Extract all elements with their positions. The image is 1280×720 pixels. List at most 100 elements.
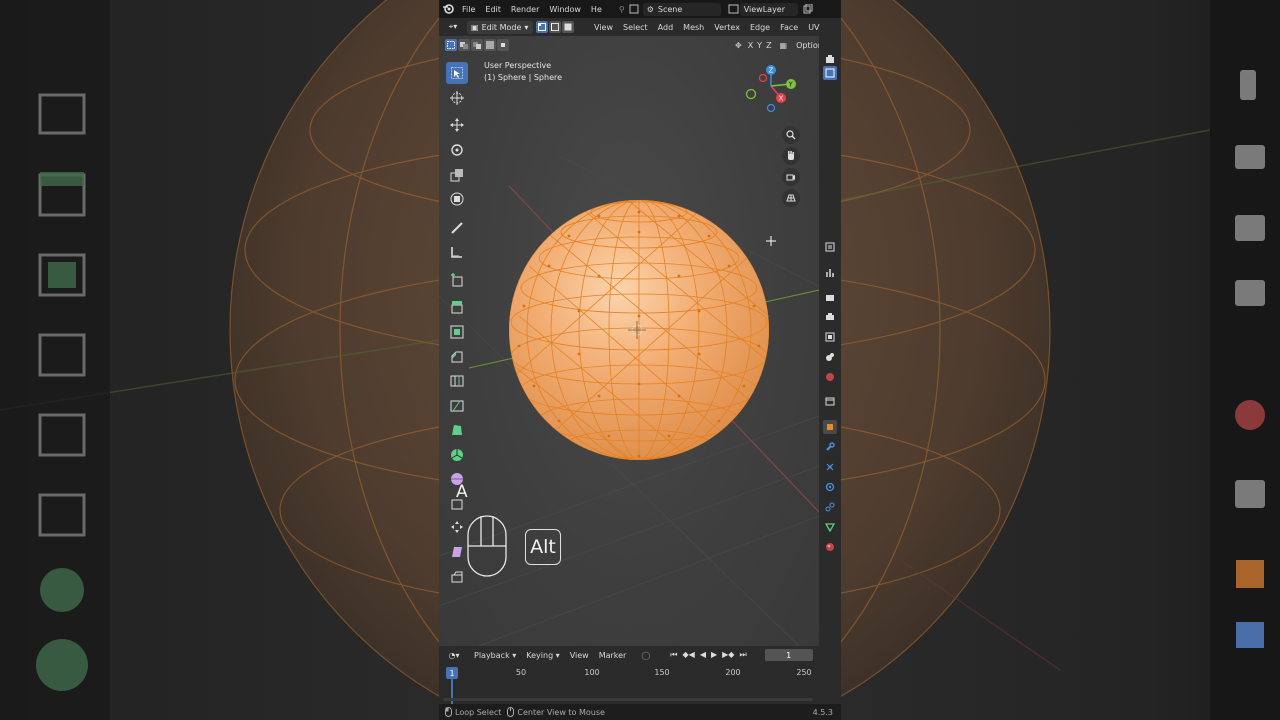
tab-scene-icon[interactable] bbox=[823, 350, 837, 364]
scene-selector[interactable]: ⚙ Scene bbox=[642, 2, 721, 16]
tool-loop-cut[interactable] bbox=[446, 370, 468, 392]
3d-viewport[interactable]: ✥ X Y Z ▦ Options ▾ bbox=[439, 36, 819, 646]
viewlayer-copy-icon[interactable] bbox=[803, 4, 813, 14]
tab-modifiers-wrench-icon[interactable] bbox=[823, 440, 837, 454]
tab-properties-toggle-icon[interactable] bbox=[823, 240, 837, 254]
tab-render-icon[interactable] bbox=[823, 290, 837, 304]
tool-scale[interactable] bbox=[446, 164, 468, 186]
timeline-area[interactable]: 1 50 100 150 200 250 bbox=[439, 664, 841, 704]
tab-data-mesh-icon[interactable] bbox=[823, 520, 837, 534]
edge-select-icon[interactable] bbox=[549, 21, 561, 33]
current-frame-field[interactable]: 1 bbox=[764, 649, 813, 661]
cursor-3d-icon bbox=[450, 91, 464, 105]
menu-mesh[interactable]: Mesh bbox=[678, 23, 709, 32]
next-keyframe-icon[interactable]: ▶◆ bbox=[722, 650, 734, 660]
scene-browse-icon[interactable] bbox=[629, 4, 639, 14]
tab-scene-active-icon[interactable] bbox=[823, 66, 837, 80]
tool-poly-build[interactable] bbox=[446, 419, 468, 441]
menu-face[interactable]: Face bbox=[775, 23, 803, 32]
menu-window[interactable]: Window bbox=[544, 5, 586, 14]
menu-view[interactable]: View bbox=[589, 23, 618, 32]
menu-playback[interactable]: Playback ▾ bbox=[469, 651, 521, 660]
menu-vertex[interactable]: Vertex bbox=[709, 23, 745, 32]
tool-annotate[interactable] bbox=[446, 217, 468, 239]
tab-tool-wrench-icon[interactable] bbox=[823, 266, 837, 280]
mouse-icon bbox=[467, 515, 507, 577]
mode-label: Edit Mode bbox=[481, 22, 522, 32]
pan-hand-icon[interactable] bbox=[782, 147, 800, 165]
properties-tab-strip bbox=[819, 36, 841, 646]
tab-object-icon[interactable] bbox=[823, 420, 837, 434]
jump-start-icon[interactable]: ⏮ bbox=[670, 650, 677, 660]
svg-text:Z: Z bbox=[769, 67, 774, 75]
scene-name: Scene bbox=[657, 4, 683, 14]
viewlayer-browse-icon[interactable] bbox=[728, 4, 740, 14]
tool-move[interactable] bbox=[446, 114, 468, 136]
editor-type-icon[interactable]: ⌖▾ bbox=[439, 22, 467, 32]
version-label: 4.5.3 bbox=[812, 707, 833, 717]
background-right-tabs-ghost bbox=[1210, 0, 1280, 720]
timeline-scrollbar[interactable] bbox=[443, 698, 813, 701]
viewlayer-name: ViewLayer bbox=[743, 4, 786, 14]
ortho-grid-icon[interactable] bbox=[782, 189, 800, 207]
zoom-icon[interactable] bbox=[782, 126, 800, 144]
play-icon[interactable]: ▶ bbox=[711, 650, 717, 660]
status-left-hint: Loop Select bbox=[455, 707, 502, 717]
tool-knife[interactable] bbox=[446, 395, 468, 417]
tick-200: 200 bbox=[725, 668, 741, 677]
menu-edge[interactable]: Edge bbox=[745, 23, 775, 32]
tool-rotate[interactable] bbox=[446, 139, 468, 161]
viewlayer-selector[interactable]: ViewLayer bbox=[739, 2, 798, 16]
tool-bevel[interactable] bbox=[446, 346, 468, 368]
playhead-frame[interactable]: 1 bbox=[446, 667, 458, 679]
menu-timeline-view[interactable]: View bbox=[565, 651, 594, 660]
tab-view-layer-icon[interactable] bbox=[823, 330, 837, 344]
mouse-cursor-icon bbox=[766, 236, 776, 246]
axis-gizmo-icon[interactable]: Z Y X bbox=[743, 64, 813, 124]
scale-icon bbox=[450, 169, 463, 182]
tool-extrude[interactable] bbox=[446, 296, 468, 318]
menu-marker[interactable]: Marker bbox=[594, 651, 632, 660]
jump-end-icon[interactable]: ⏭ bbox=[739, 650, 746, 660]
camera-view-icon[interactable] bbox=[782, 168, 800, 186]
menu-edit[interactable]: Edit bbox=[480, 5, 506, 14]
play-reverse-icon[interactable]: ◀ bbox=[700, 650, 706, 660]
tool-spin[interactable] bbox=[446, 444, 468, 466]
mouse-middle-icon bbox=[507, 707, 515, 717]
tab-material-icon[interactable] bbox=[823, 540, 837, 554]
tab-physics-icon[interactable] bbox=[823, 480, 837, 494]
menu-uv[interactable]: UV bbox=[803, 23, 824, 32]
menu-file[interactable]: File bbox=[457, 5, 480, 14]
tool-measure[interactable] bbox=[446, 241, 468, 263]
scene-icon: ⚙ bbox=[646, 4, 654, 14]
prev-keyframe-icon[interactable]: ◆◀ bbox=[683, 650, 695, 660]
tab-output-printer-icon[interactable] bbox=[823, 310, 837, 324]
viewport-header: ⌖▾ ▣ Edit Mode ▾ View Select Add Mesh Ve… bbox=[439, 18, 841, 36]
timeline-header: ◔▾ Playback ▾ Keying ▾ View Marker ◯ ⏮ ◆… bbox=[439, 646, 841, 664]
auto-keying-icon[interactable]: ◯ bbox=[641, 651, 650, 660]
status-mid-hint: Center View to Mouse bbox=[517, 707, 605, 717]
menu-keying[interactable]: Keying ▾ bbox=[521, 651, 564, 660]
menu-add[interactable]: Add bbox=[653, 23, 679, 32]
tool-select-box[interactable] bbox=[446, 62, 468, 84]
loop-cut-icon bbox=[450, 375, 464, 387]
navigation-gizmo[interactable]: Z Y X bbox=[743, 64, 813, 224]
tab-render-camera-icon[interactable] bbox=[823, 52, 837, 66]
vertex-select-icon[interactable] bbox=[536, 21, 548, 33]
tab-collection-icon[interactable] bbox=[823, 394, 837, 408]
menu-help[interactable]: He bbox=[586, 5, 607, 14]
tool-inset[interactable] bbox=[446, 321, 468, 343]
tool-add-cube[interactable] bbox=[446, 269, 468, 291]
tab-world-icon[interactable] bbox=[823, 370, 837, 384]
pin-icon[interactable]: ⚲ bbox=[619, 5, 625, 14]
menu-select[interactable]: Select bbox=[618, 23, 653, 32]
timeline-editor-icon[interactable]: ◔▾ bbox=[439, 651, 469, 660]
menu-render[interactable]: Render bbox=[506, 5, 544, 14]
mode-selector[interactable]: ▣ Edit Mode ▾ bbox=[467, 20, 533, 34]
face-select-icon[interactable] bbox=[562, 21, 574, 33]
tab-constraints-icon[interactable] bbox=[823, 500, 837, 514]
tool-cursor[interactable] bbox=[446, 87, 468, 109]
blender-logo-icon[interactable] bbox=[439, 3, 457, 15]
tool-transform[interactable] bbox=[446, 188, 468, 210]
tab-particles-icon[interactable] bbox=[823, 460, 837, 474]
